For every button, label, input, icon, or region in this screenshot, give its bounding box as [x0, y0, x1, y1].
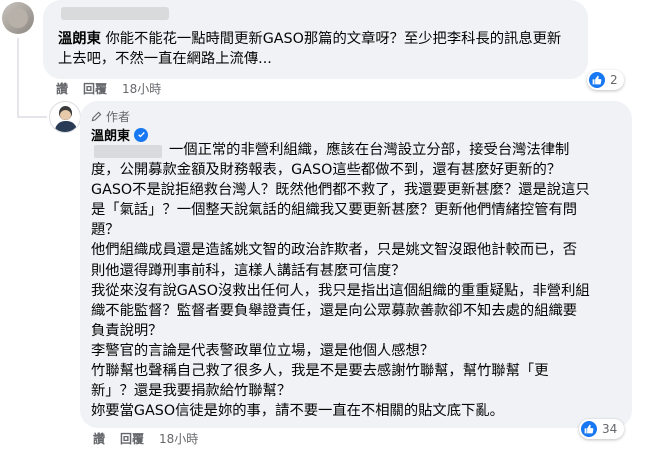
thread-line [17, 38, 19, 118]
reply-line: 竹聯幫也聲稱自己救了很多人，我是不是要去感謝竹聯幫，幫竹聯幫「更 [91, 363, 549, 380]
timestamp[interactable]: 18小時 [159, 430, 198, 447]
reaction-count: 2 [610, 73, 618, 87]
reply-line: 一個正常的非營利組織，應該在台灣設立分部，接受台灣法律制 [169, 142, 570, 158]
author-badge-label: 作者 [106, 110, 131, 124]
reply-text: 一個正常的非營利組織，應該在台灣設立分部，接受台灣法律制 度，公開募款金額及財務… [91, 140, 619, 421]
thread-line-branch [17, 116, 47, 118]
reply-line: 是「氣話」？一個整天說氣話的組織我又要更新甚麼？更新他們情緒控管有問 [91, 202, 578, 219]
author-badge: 作者 [91, 108, 130, 125]
reply-line: 織不能監督？監督者要負舉證責任，還是向公眾募款善款卻不知去處的組織要 [91, 302, 578, 319]
like-link[interactable]: 讚 [93, 430, 105, 447]
author-pen-icon [91, 111, 102, 122]
reply-line: 新」？還是我要捐款給竹聯幫？ [91, 383, 292, 400]
reply-line: 則他還得蹲刑事前科，這樣人講話有甚麼可信度？ [91, 262, 406, 279]
reply-line: 度，公開募款金額及財務報表，GASO這些都做不到，還有甚麼好更新的？ [91, 162, 562, 179]
reply-link[interactable]: 回覆 [83, 80, 107, 97]
reply-line: 我從來沒有說GASO沒救出任何人，我只是指出這個組織的重重疑點，非營利組 [91, 282, 590, 299]
reply-line: 妳要當GASO信徒是妳的事，請不要一直在不相關的貼文底下亂。 [91, 403, 504, 420]
like-link[interactable]: 讚 [56, 80, 68, 97]
reaction-count: 34 [602, 422, 618, 436]
mentioned-name[interactable]: 溫朗東 [58, 31, 101, 47]
redacted-commenter-name [61, 7, 169, 20]
reply-line: 他們組織成員還是造謠姚文智的政治詐欺者，只是姚文智沒跟他計較而已，否 [91, 242, 578, 259]
timestamp[interactable]: 18小時 [122, 80, 161, 97]
reaction-summary[interactable]: 2 [587, 70, 624, 90]
reply-line: 題？ [91, 222, 120, 239]
like-icon [589, 72, 605, 88]
like-icon [581, 421, 597, 437]
comment-actions: 讚 回覆 18小時 [56, 80, 161, 97]
reply-link[interactable]: 回覆 [120, 430, 144, 447]
reply-line: 李警官的言論是代表警政單位立場，還是他個人感想？ [91, 342, 435, 359]
commenter-avatar[interactable] [2, 2, 34, 34]
author-avatar[interactable] [49, 101, 81, 133]
reaction-summary[interactable]: 34 [579, 419, 625, 439]
comment-text: 溫朗東 你能不能花一點時間更新GASO那篇的文章呀？至少把李科長的訊息更新上去吧… [58, 29, 568, 69]
reply-line: 負責說明？ [91, 322, 163, 339]
reply-actions: 讚 回覆 18小時 [93, 430, 198, 447]
comment-body: 你能不能花一點時間更新GASO那篇的文章呀？至少把李科長的訊息更新上去吧，不然一… [58, 31, 562, 67]
reply-line: GASO不是說拒絕救台灣人？既然他們都不救了，我還要更新甚麼？還是說這只 [91, 182, 590, 199]
